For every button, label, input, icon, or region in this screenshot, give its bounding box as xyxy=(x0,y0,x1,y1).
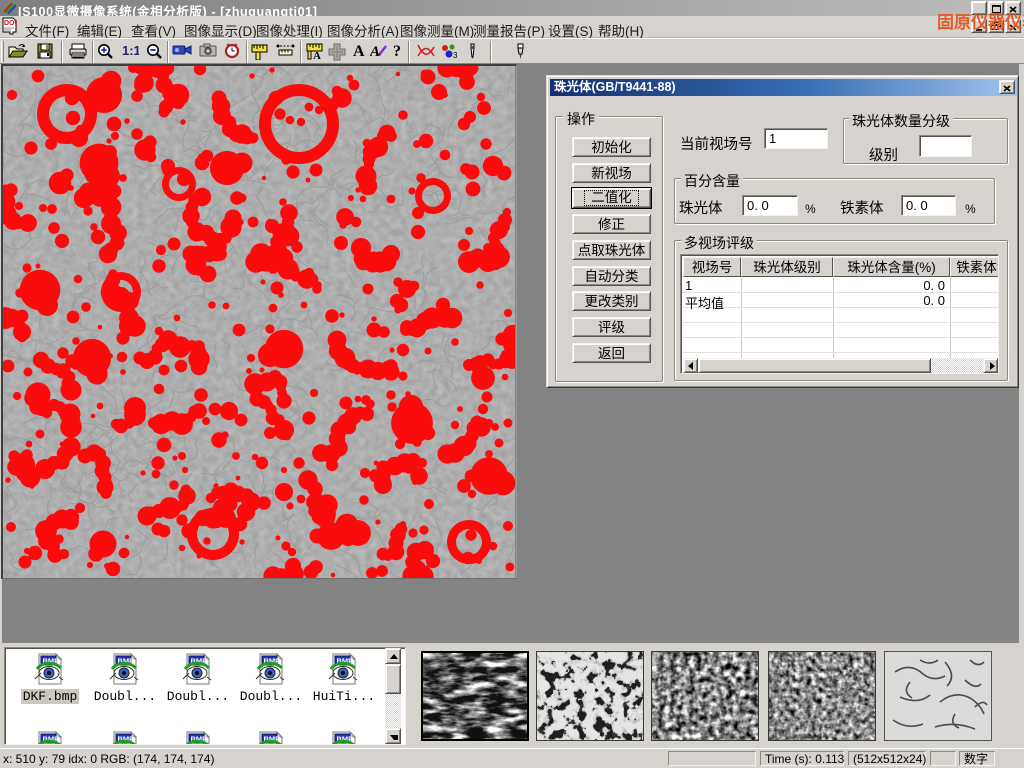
svg-text:1:1: 1:1 xyxy=(122,43,139,57)
svg-text:3: 3 xyxy=(453,51,458,59)
svg-text:A: A xyxy=(313,50,321,60)
svg-text:A: A xyxy=(353,43,365,57)
svg-text:DOC: DOC xyxy=(4,20,17,27)
svg-text:?: ? xyxy=(393,43,401,57)
